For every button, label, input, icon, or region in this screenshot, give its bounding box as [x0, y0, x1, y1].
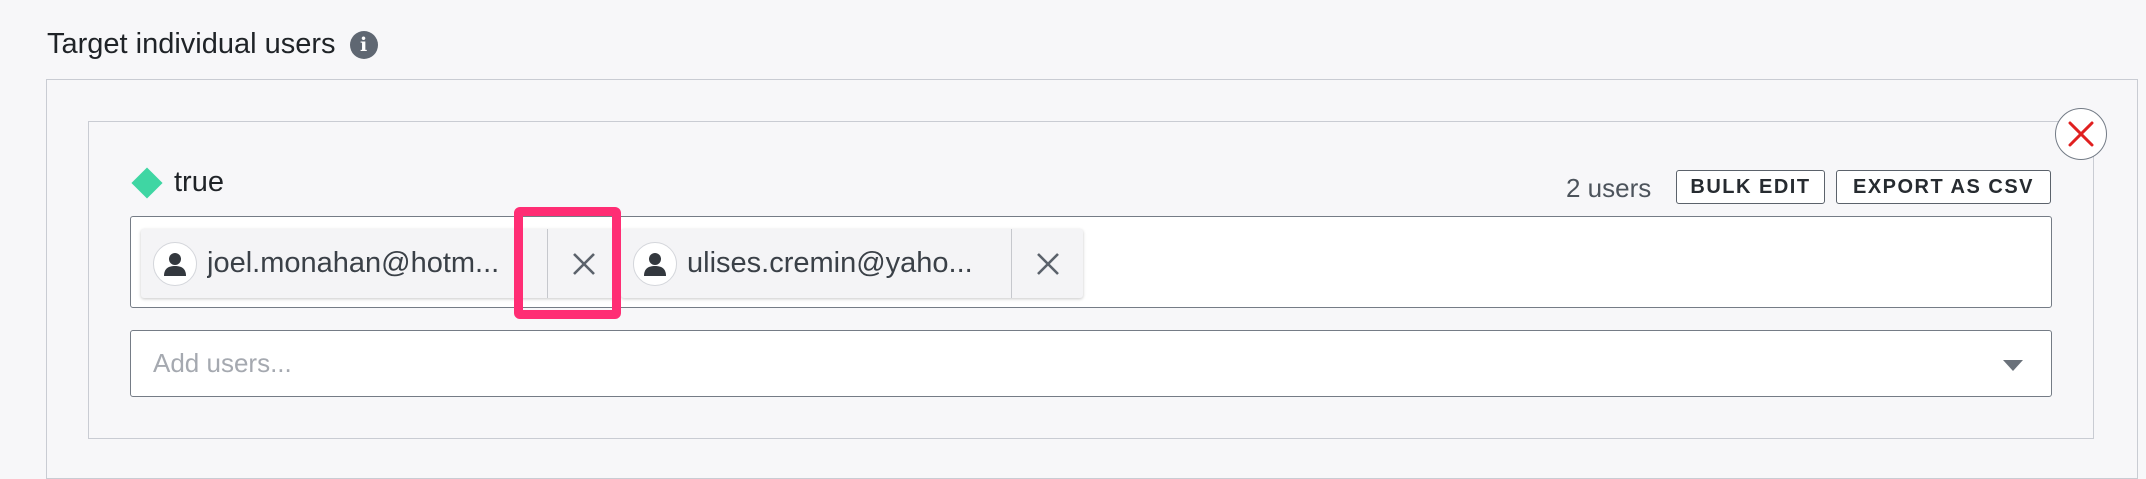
section-title: Target individual users i — [47, 28, 378, 61]
close-icon — [1036, 252, 1059, 275]
user-count: 2 users — [1566, 173, 1652, 203]
export-csv-button[interactable]: EXPORT AS CSV — [1836, 170, 2051, 204]
add-users-input[interactable] — [151, 347, 1951, 380]
user-chip-label: joel.monahan@hotm... — [207, 247, 500, 279]
remove-user-button[interactable] — [1011, 229, 1083, 298]
remove-rule-button[interactable] — [2055, 108, 2107, 160]
close-icon — [2068, 121, 2094, 147]
info-icon[interactable]: i — [349, 30, 378, 59]
section-title-text: Target individual users — [47, 28, 336, 60]
bulk-edit-button[interactable]: BULK EDIT — [1676, 170, 1825, 204]
user-chip-label: ulises.cremin@yaho... — [687, 247, 973, 279]
user-chip: ulises.cremin@yaho... — [621, 229, 1083, 298]
chevron-down-icon[interactable] — [2003, 360, 2023, 371]
user-icon — [153, 241, 197, 286]
variation-label: true — [131, 166, 224, 199]
variation-name: true — [174, 166, 224, 198]
user-icon — [633, 241, 677, 286]
highlight-box — [514, 207, 621, 319]
variation-diamond-icon — [131, 166, 163, 199]
add-users-select[interactable] — [130, 330, 2052, 397]
